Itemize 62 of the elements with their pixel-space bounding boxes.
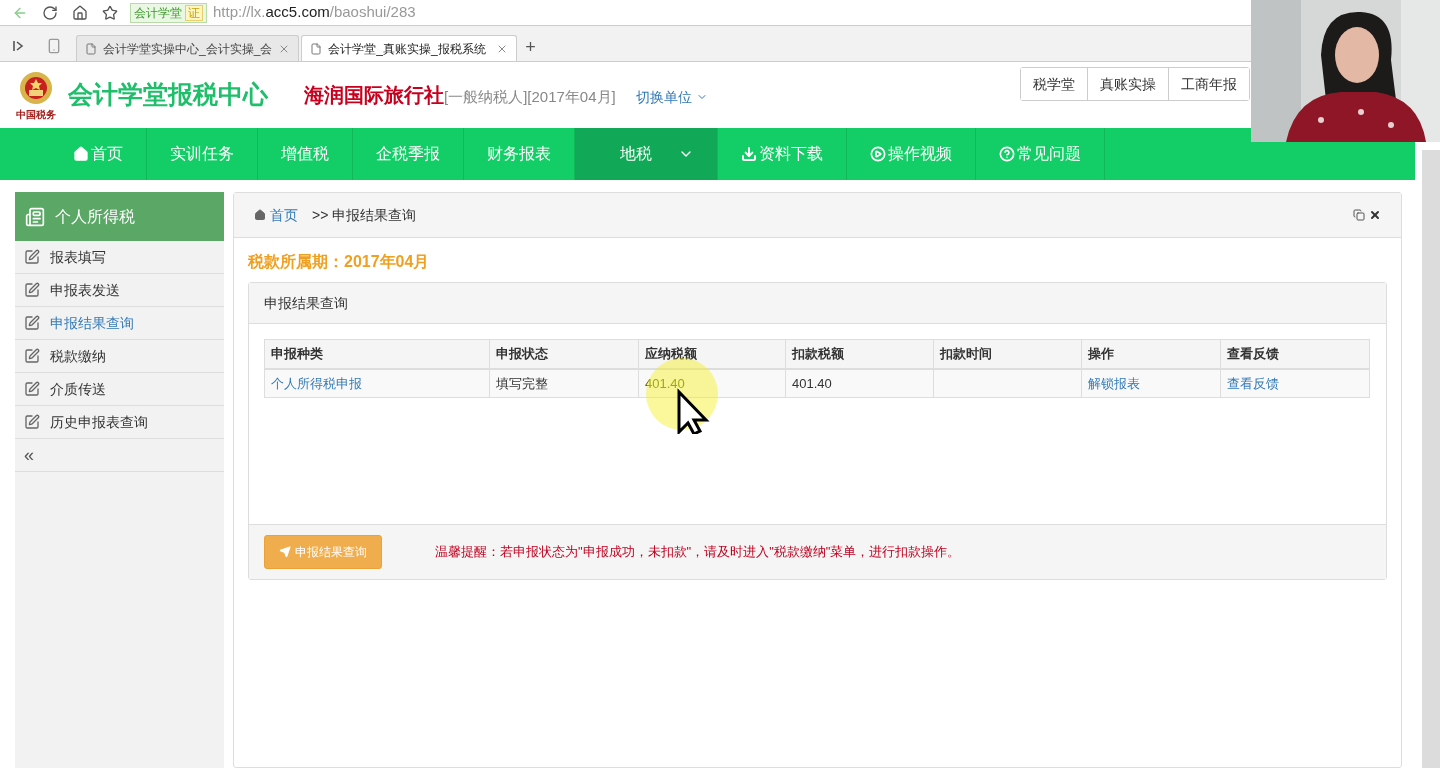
edit-icon: [24, 414, 40, 430]
table-cell: 401.40: [785, 368, 934, 398]
browser-tab[interactable]: 会计学堂实操中心_会计实操_会: [76, 35, 300, 61]
table-link[interactable]: 查看反馈: [1227, 375, 1279, 391]
column-header: 申报状态: [489, 339, 639, 369]
home-icon[interactable]: [72, 4, 88, 21]
close-icon[interactable]: [1369, 209, 1381, 221]
reminder-text: 温馨提醒：若申报状态为"申报成功，未扣款"，请及时进入"税款缴纳"菜单，进行扣款操作。: [435, 543, 961, 562]
column-header: 应纳税额: [638, 339, 786, 369]
sidebar-item[interactable]: 税款缴纳: [15, 340, 224, 373]
download-icon: [741, 146, 757, 162]
table-cell: 填写完整: [489, 368, 639, 398]
nav-tab[interactable]: 地税: [575, 128, 718, 180]
sidebar-item[interactable]: 申报表发送: [15, 274, 224, 307]
newspaper-icon: [25, 206, 45, 227]
home-icon: [254, 209, 266, 221]
top-link-button[interactable]: 工商年报: [1168, 68, 1249, 100]
column-header: 查看反馈: [1220, 339, 1370, 369]
switch-unit-link[interactable]: 切换单位: [635, 86, 708, 108]
company-info: [一般纳税人][2017年04月]: [444, 87, 616, 107]
table-link[interactable]: 解锁报表: [1088, 375, 1140, 391]
collapse-button[interactable]: «: [15, 439, 224, 472]
table-link[interactable]: 个人所得税申报: [271, 375, 362, 391]
column-header: 扣款时间: [933, 339, 1082, 369]
breadcrumb-current: >> 申报结果查询: [312, 205, 417, 225]
site-badge: 会计学堂 证: [130, 2, 207, 23]
page-icon: [85, 42, 97, 55]
site-title: 会计学堂报税中心: [68, 79, 268, 111]
emblem-caption: 中国税务: [16, 110, 56, 120]
url-field[interactable]: http://lx.acc5.com/baoshui/283: [213, 1, 416, 24]
edit-icon: [24, 348, 40, 364]
phone-icon[interactable]: [46, 38, 62, 54]
sidebar-item[interactable]: 介质传送: [15, 373, 224, 406]
scrollbar[interactable]: [1422, 150, 1440, 768]
tab-title: 会计学堂_真账实操_报税系统: [328, 40, 487, 58]
edit-icon: [24, 282, 40, 298]
page-icon: [310, 42, 323, 55]
tab-title: 会计学堂实操中心_会计实操_会: [103, 40, 273, 58]
sidebar-item[interactable]: 历史申报表查询: [15, 406, 224, 439]
sidebar-item[interactable]: 报表填写: [15, 241, 224, 274]
play-icon: [870, 146, 886, 162]
panel-title: 申报结果查询: [249, 283, 1386, 324]
breadcrumb-link[interactable]: 首页: [270, 204, 298, 226]
send-icon: [279, 546, 291, 558]
edit-icon: [24, 381, 40, 397]
edit-icon: [24, 249, 40, 265]
company-name: 海润国际旅行社: [304, 83, 444, 108]
browser-tab[interactable]: 会计学堂_真账实操_报税系统: [301, 35, 518, 61]
sidebar-item[interactable]: 申报结果查询: [15, 307, 224, 340]
sidebar-header: 个人所得税: [15, 192, 224, 241]
column-header: 操作: [1081, 339, 1221, 369]
column-header: 申报种类: [264, 339, 490, 369]
reload-icon[interactable]: [42, 4, 58, 21]
edit-icon: [24, 315, 40, 331]
new-tab-button[interactable]: +: [519, 35, 542, 61]
sidebar-toggle-icon[interactable]: [12, 40, 24, 52]
home-icon: [73, 146, 89, 162]
bookmark-icon[interactable]: [102, 4, 118, 21]
column-header: 扣款税额: [785, 339, 934, 369]
restore-icon[interactable]: [1353, 209, 1365, 221]
tax-period: 税款所属期：2017年04月: [246, 252, 431, 272]
help-icon: [999, 146, 1015, 162]
